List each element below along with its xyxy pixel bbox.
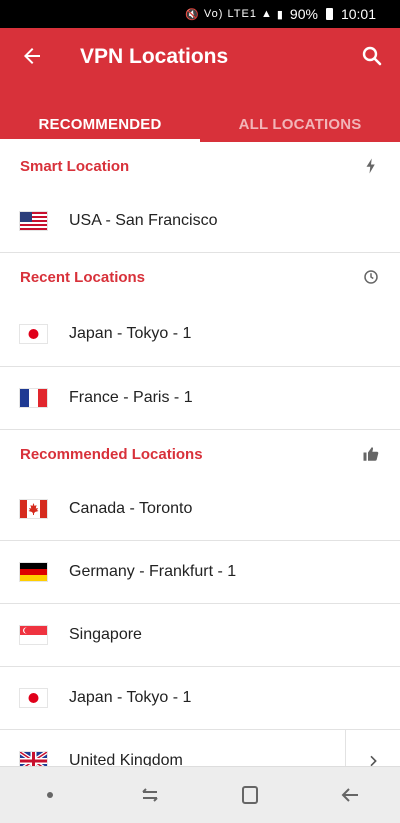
section-header-recommended: Recommended Locations bbox=[0, 430, 400, 478]
sg-flag-icon bbox=[20, 626, 47, 644]
clock-icon bbox=[364, 270, 378, 284]
home-icon bbox=[242, 786, 258, 804]
recent-apps-icon bbox=[142, 788, 158, 802]
location-name: Japan - Tokyo - 1 bbox=[69, 324, 192, 342]
de-flag-icon bbox=[20, 563, 47, 581]
bolt-icon bbox=[366, 158, 375, 174]
search-icon bbox=[362, 46, 382, 66]
system-nav-bar bbox=[0, 766, 400, 823]
battery-percent: 90% bbox=[289, 6, 318, 22]
section-label: Recent Locations bbox=[20, 268, 146, 286]
location-name: Canada - Toronto bbox=[69, 500, 193, 517]
us-flag-icon bbox=[20, 212, 47, 230]
wifi-icon: ▲ bbox=[260, 8, 273, 20]
location-list: Smart Location USA - San Francisco Recen… bbox=[0, 142, 400, 793]
location-name: France - Paris - 1 bbox=[69, 389, 193, 406]
list-item[interactable]: Germany - Frankfurt - 1 bbox=[0, 541, 400, 604]
dot-icon bbox=[47, 792, 53, 798]
tab-all-locations[interactable]: ALL LOCATIONS bbox=[200, 106, 400, 142]
app-bar: VPN Locations RECOMMENDED ALL LOCATIONS bbox=[0, 28, 400, 142]
clock: 10:01 bbox=[340, 6, 376, 22]
network-label: Vo) LTE1 bbox=[203, 8, 257, 20]
status-bar: 🔇 Vo) LTE1 ▲ ▮ 90% 10:01 bbox=[0, 0, 400, 28]
tabs: RECOMMENDED ALL LOCATIONS bbox=[0, 106, 400, 142]
home-button[interactable] bbox=[230, 775, 270, 815]
back-nav-button[interactable] bbox=[330, 775, 370, 815]
status-icons: 🔇 Vo) LTE1 ▲ ▮ bbox=[185, 8, 284, 21]
location-name: Japan - Tokyo - 1 bbox=[69, 689, 192, 706]
list-item[interactable]: Canada - Toronto bbox=[0, 478, 400, 541]
jp-flag-icon bbox=[20, 689, 47, 707]
ca-flag-icon bbox=[20, 500, 47, 518]
section-label: Recommended Locations bbox=[20, 445, 203, 463]
list-item[interactable]: Singapore bbox=[0, 604, 400, 667]
list-item[interactable]: France - Paris - 1 bbox=[0, 367, 400, 430]
list-item[interactable]: USA - San Francisco bbox=[0, 190, 400, 253]
recent-apps-button[interactable] bbox=[130, 775, 170, 815]
battery-icon bbox=[325, 8, 333, 20]
search-button[interactable] bbox=[360, 44, 384, 68]
tab-recommended[interactable]: RECOMMENDED bbox=[0, 106, 200, 142]
signal-icon: ▮ bbox=[276, 8, 284, 21]
list-item[interactable]: Japan - Tokyo - 1 bbox=[0, 667, 400, 730]
section-header-smart: Smart Location bbox=[0, 142, 400, 190]
back-button[interactable] bbox=[20, 44, 44, 68]
arrow-left-icon bbox=[24, 48, 40, 64]
thumbs-up-icon bbox=[363, 447, 379, 461]
nav-dot-button[interactable] bbox=[30, 775, 70, 815]
location-name: Germany - Frankfurt - 1 bbox=[69, 563, 237, 580]
fr-flag-icon bbox=[20, 389, 47, 407]
location-name: Singapore bbox=[69, 626, 142, 643]
page-title: VPN Locations bbox=[80, 45, 229, 68]
mute-icon: 🔇 bbox=[185, 8, 200, 21]
section-header-recent: Recent Locations bbox=[0, 253, 400, 301]
jp-flag-icon bbox=[20, 324, 47, 343]
location-name: USA - San Francisco bbox=[69, 212, 218, 229]
section-label: Smart Location bbox=[20, 157, 130, 175]
list-item[interactable]: Japan - Tokyo - 1 bbox=[0, 301, 400, 367]
back-arrow-icon bbox=[341, 788, 358, 802]
